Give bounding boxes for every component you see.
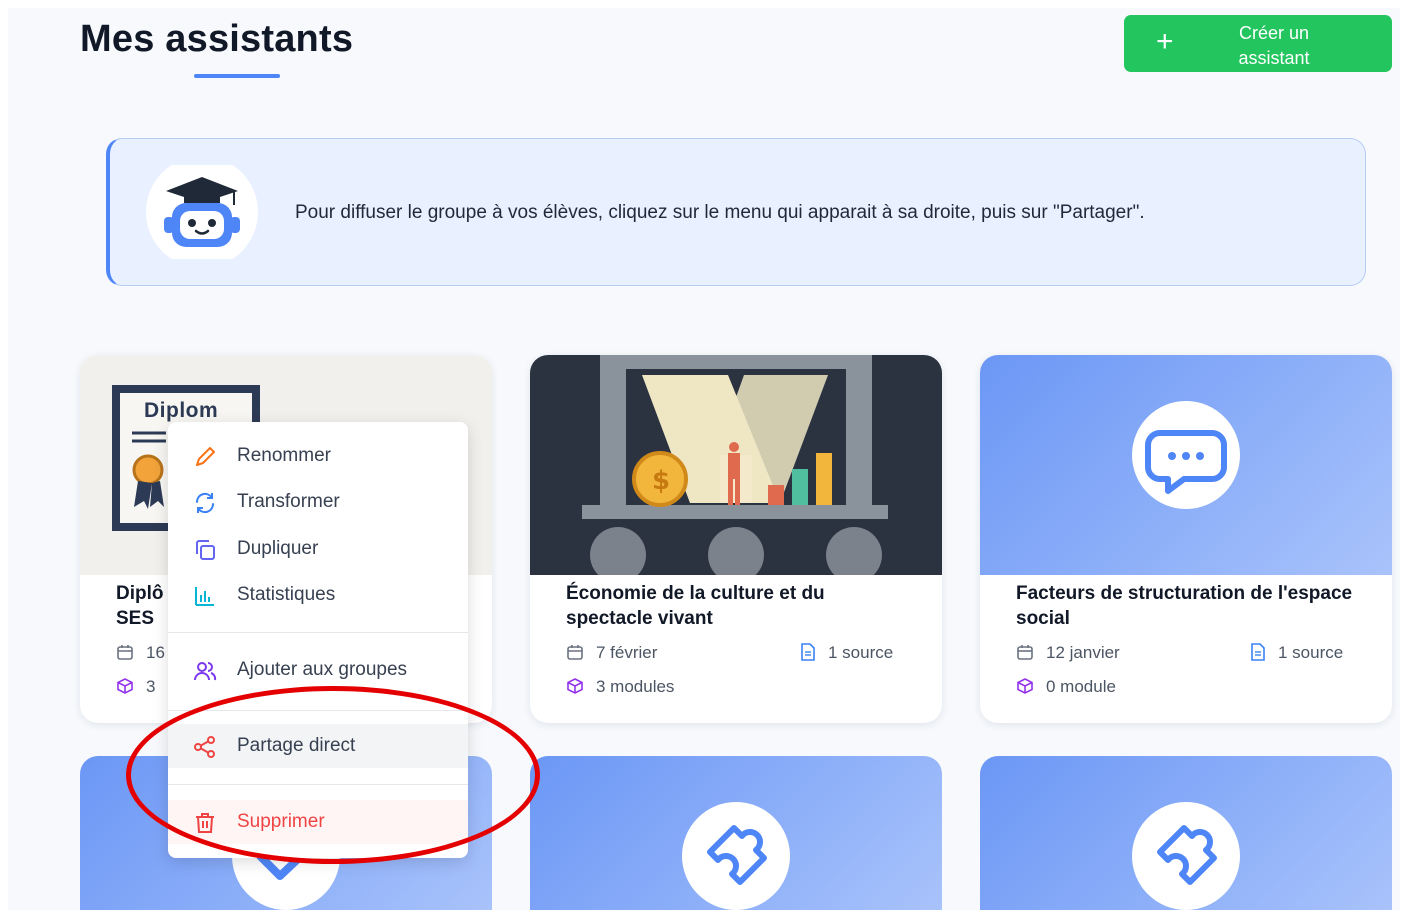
document-icon — [1251, 643, 1265, 661]
menu-item-partage-direct[interactable]: Partage direct — [168, 724, 468, 768]
menu-divider — [168, 632, 468, 633]
stage-illustration: $ — [582, 355, 888, 575]
chat-thumbnail — [980, 355, 1392, 575]
stage-thumbnail: $ — [530, 355, 942, 575]
card-title: Économie de la culture et du spectacle v… — [566, 583, 825, 629]
title-underline — [194, 74, 280, 78]
menu-item-statistiques[interactable]: Statistiques — [168, 573, 468, 617]
assistant-card-economie-culture[interactable]: $ Économie de la culture et du spectacle… — [530, 355, 942, 723]
create-assistant-button[interactable]: + Créer un assistant — [1124, 15, 1392, 72]
card-modules: 3 — [116, 677, 155, 697]
svg-text:$: $ — [652, 466, 670, 496]
robot-graduate-icon — [146, 165, 258, 259]
calendar-icon — [117, 645, 133, 660]
card-date: 12 janvier — [1016, 643, 1120, 663]
cube-icon — [1017, 678, 1033, 694]
pencil-icon — [196, 447, 215, 466]
cube-icon — [117, 678, 133, 694]
menu-divider — [168, 784, 468, 785]
card-date: 7 février — [566, 643, 657, 663]
banner-message: Pour diffuser le groupe à vos élèves, cl… — [295, 202, 1145, 223]
page-title: Mes assistants — [80, 18, 354, 60]
copy-icon — [196, 540, 215, 560]
puzzle-icon — [682, 802, 790, 910]
card-date: 16 — [116, 643, 165, 663]
puzzle-icon — [1132, 802, 1240, 910]
card-sources: 1 source — [800, 643, 893, 663]
assistants-page: Mes assistants + Créer un assistant Pour… — [8, 8, 1400, 910]
card-modules: 3 modules — [566, 677, 674, 697]
card-title: Facteurs de structuration de l'espace so… — [1016, 583, 1353, 629]
info-banner: Pour diffuser le groupe à vos élèves, cl… — [106, 138, 1366, 286]
diploma-thumb-text: Diplom — [144, 399, 219, 422]
plus-icon: + — [1156, 25, 1174, 58]
refresh-icon — [195, 492, 215, 514]
assistant-card-row2-3[interactable] — [980, 756, 1392, 910]
assistant-card-row2-2[interactable] — [530, 756, 942, 910]
calendar-icon — [567, 645, 583, 660]
create-assistant-label: Créer un assistant — [1238, 23, 1310, 68]
card-modules: 0 module — [1016, 677, 1116, 697]
menu-item-dupliquer[interactable]: Dupliquer — [168, 527, 468, 571]
menu-divider — [168, 710, 468, 711]
menu-item-supprimer[interactable]: Supprimer — [168, 800, 468, 844]
cube-icon — [567, 678, 583, 694]
document-icon — [801, 643, 815, 661]
trash-icon — [196, 813, 214, 833]
bar-chart-icon — [195, 587, 214, 606]
share-icon — [194, 736, 215, 758]
card-context-menu: Renommer Transformer Dupliquer Statistiq… — [168, 422, 468, 858]
calendar-icon — [1017, 645, 1033, 660]
card-sources: 1 source — [1250, 643, 1343, 663]
menu-item-transformer[interactable]: Transformer — [168, 480, 468, 524]
chat-bubble-icon — [1132, 401, 1240, 509]
menu-item-renommer[interactable]: Renommer — [168, 434, 468, 478]
menu-item-ajouter-aux-groupes[interactable]: Ajouter aux groupes — [168, 648, 468, 692]
users-icon — [194, 662, 217, 681]
assistant-card-facteurs-structuration[interactable]: Facteurs de structuration de l'espace so… — [980, 355, 1392, 723]
